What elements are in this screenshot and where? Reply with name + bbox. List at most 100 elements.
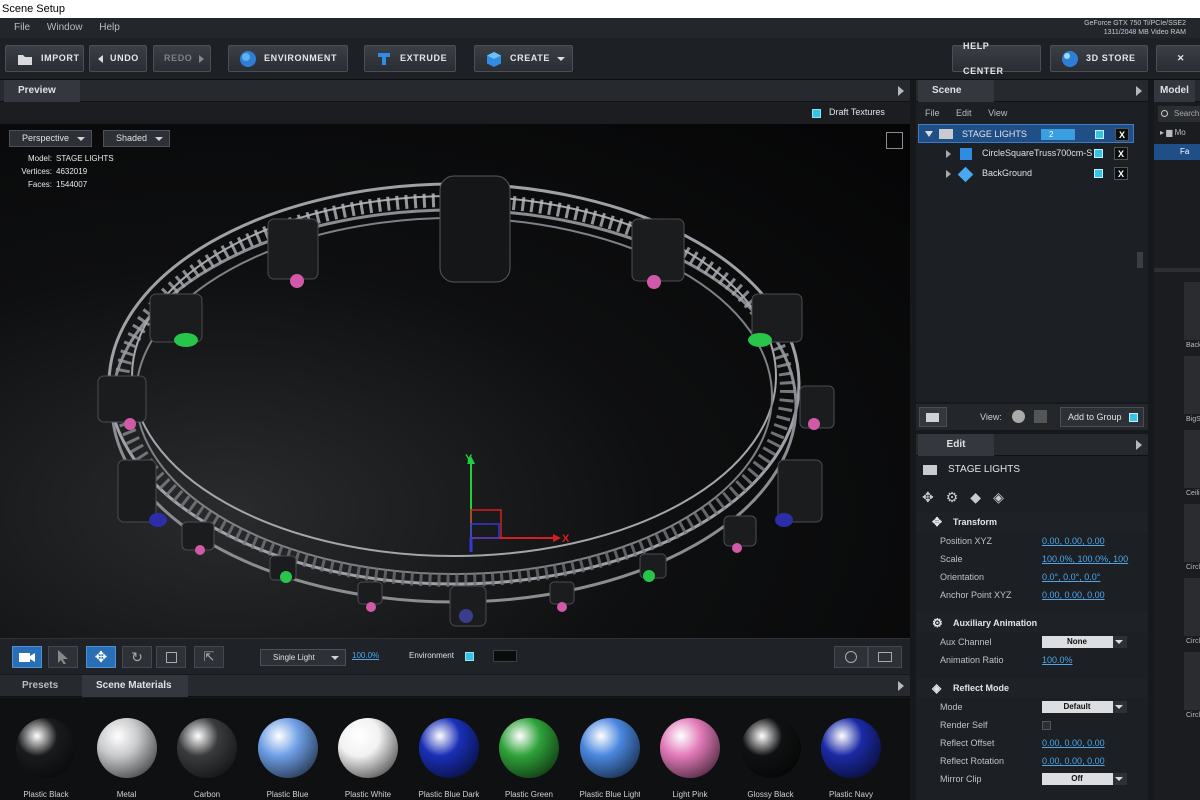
position-values[interactable]: 0.00, 0.00, 0.00 — [1042, 532, 1105, 550]
collapse-icon[interactable] — [925, 131, 933, 137]
reflect-mode-section[interactable]: ◈ Reflect Mode — [916, 678, 1148, 698]
help-center-button[interactable]: HELP CENTER — [952, 41, 1041, 76]
scene-item-truss[interactable]: CircleSquareTruss700cm-S X — [918, 144, 1134, 163]
expand-arrow-icon[interactable] — [1136, 86, 1142, 96]
delete-button[interactable]: X — [1115, 128, 1129, 141]
material-swatch[interactable] — [821, 718, 881, 778]
mode-select[interactable]: Default — [1042, 701, 1127, 713]
gears-icon[interactable]: ⚙ — [946, 489, 971, 505]
scene-menu-edit[interactable]: Edit — [956, 108, 972, 118]
scale-x[interactable]: 100.0% — [1042, 554, 1073, 564]
reflect-rotation-y[interactable]: 0.00 — [1065, 756, 1083, 766]
extrude-button[interactable]: EXTRUDE — [364, 45, 456, 72]
menu-file[interactable]: File — [14, 18, 30, 38]
cube-view-icon[interactable] — [1034, 410, 1047, 423]
anchor-z[interactable]: 0.00 — [1087, 590, 1105, 600]
environment-button[interactable]: ENVIRONMENT — [228, 45, 348, 72]
expand-icon[interactable] — [946, 170, 951, 178]
tab-preview[interactable]: Preview — [4, 80, 80, 102]
material-swatch[interactable] — [660, 718, 720, 778]
reflect-rotation-values[interactable]: 0.00, 0.00, 0.00 — [1042, 752, 1105, 770]
visibility-toggle[interactable] — [1095, 130, 1104, 139]
model-thumbnail[interactable] — [1184, 652, 1200, 710]
material-swatch[interactable] — [177, 718, 237, 778]
3d-viewport[interactable]: Y X Perspective Shaded Model: STAGE LIGHT… — [0, 124, 910, 638]
anchor-y[interactable]: 0.00 — [1065, 590, 1083, 600]
scale-y[interactable]: 100.0% — [1078, 554, 1109, 564]
expand-arrow-icon[interactable] — [1136, 440, 1142, 450]
import-button[interactable]: IMPORT — [5, 45, 84, 72]
add-to-group-checkbox[interactable] — [1129, 413, 1138, 422]
environment-color-swatch[interactable] — [493, 650, 517, 662]
move-tool-button[interactable]: ✥ — [86, 646, 116, 668]
create-button[interactable]: CREATE — [474, 45, 573, 72]
display-button[interactable] — [868, 646, 902, 668]
material-swatch[interactable] — [96, 718, 157, 778]
undo-button[interactable]: UNDO — [89, 45, 147, 72]
rotate-tool-button[interactable]: ↻ — [122, 646, 152, 668]
expand-icon[interactable] — [946, 150, 951, 158]
tab-model[interactable]: Model — [1154, 80, 1195, 102]
reflect-offset-y[interactable]: 0.00 — [1065, 738, 1083, 748]
maximize-icon[interactable] — [886, 132, 903, 149]
draft-textures-checkbox[interactable] — [812, 109, 821, 118]
redo-button[interactable]: REDO — [153, 45, 211, 72]
model-thumbnail[interactable] — [1184, 282, 1200, 340]
light-mode-dropdown[interactable]: Single Light — [260, 649, 346, 666]
sphere-view-icon[interactable] — [1012, 410, 1025, 423]
visibility-toggle[interactable] — [1094, 149, 1103, 158]
render-self-checkbox[interactable] — [1042, 721, 1051, 730]
model-thumbnail[interactable] — [1184, 356, 1200, 414]
tab-presets[interactable]: Presets — [8, 675, 72, 697]
new-group-button[interactable] — [919, 407, 947, 427]
animation-ratio-value[interactable]: 100.0% — [1042, 651, 1073, 669]
tab-scene-materials[interactable]: Scene Materials — [82, 675, 188, 697]
delete-button[interactable]: X — [1114, 167, 1128, 180]
environment-checkbox[interactable] — [465, 652, 474, 661]
reflect-offset-x[interactable]: 0.00 — [1042, 738, 1060, 748]
axis-gizmo[interactable] — [467, 456, 561, 552]
mirror-clip-select[interactable]: Off — [1042, 773, 1127, 785]
tab-scene[interactable]: Scene — [918, 80, 994, 102]
focus-button[interactable] — [834, 646, 868, 668]
scale-z[interactable]: 100 — [1113, 554, 1128, 564]
expand-arrow-icon[interactable] — [898, 681, 904, 691]
material-swatch[interactable] — [499, 718, 559, 778]
scale-values[interactable]: 100.0%, 100.0%, 100 — [1042, 550, 1128, 568]
close-panel-button[interactable]: ✕ — [1156, 45, 1200, 72]
scene-menu-file[interactable]: File — [925, 108, 940, 118]
shape-icon[interactable]: ◆ — [970, 489, 993, 505]
material-swatch[interactable] — [579, 718, 640, 778]
anchor-values[interactable]: 0.00, 0.00, 0.00 — [1042, 586, 1105, 604]
move-icon[interactable]: ✥ — [922, 489, 946, 505]
scrollbar-thumb[interactable] — [1137, 252, 1143, 268]
scene-item-stage-lights[interactable]: STAGE LIGHTS 2 X — [918, 124, 1134, 143]
menu-window[interactable]: Window — [47, 18, 83, 38]
orientation-y[interactable]: 0.0° — [1063, 572, 1079, 582]
material-swatch[interactable] — [16, 718, 76, 778]
reflect-offset-z[interactable]: 0.00 — [1087, 738, 1105, 748]
edit-tool-icons[interactable]: ✥⚙◆◈ — [922, 489, 1016, 506]
scene-item-background[interactable]: BackGround X — [918, 164, 1134, 183]
anchor-x[interactable]: 0.00 — [1042, 590, 1060, 600]
camera-tool-button[interactable] — [12, 646, 42, 668]
menu-help[interactable]: Help — [99, 18, 120, 38]
scale-tool-button[interactable] — [156, 646, 186, 668]
tab-edit[interactable]: Edit — [918, 434, 994, 456]
orientation-x[interactable]: 0.0° — [1042, 572, 1058, 582]
select-tool-button[interactable] — [48, 646, 78, 668]
visibility-toggle[interactable] — [1094, 169, 1103, 178]
position-y[interactable]: 0.00 — [1065, 536, 1083, 546]
shading-dropdown[interactable]: Shaded — [103, 130, 170, 147]
position-x[interactable]: 0.00 — [1042, 536, 1060, 546]
orientation-values[interactable]: 0.0°, 0.0°, 0.0° — [1042, 568, 1100, 586]
aux-animation-section[interactable]: ⚙ Auxiliary Animation — [916, 613, 1148, 633]
material-swatch[interactable] — [418, 718, 479, 778]
reflect-offset-values[interactable]: 0.00, 0.00, 0.00 — [1042, 734, 1105, 752]
expand-arrow-icon[interactable] — [898, 86, 904, 96]
material-swatch[interactable] — [740, 718, 801, 778]
orientation-z[interactable]: 0.0° — [1084, 572, 1100, 582]
model-thumbnail[interactable] — [1184, 578, 1200, 636]
transform-section[interactable]: ✥ Transform — [916, 512, 1148, 532]
mirror-icon[interactable]: ◈ — [993, 489, 1016, 505]
